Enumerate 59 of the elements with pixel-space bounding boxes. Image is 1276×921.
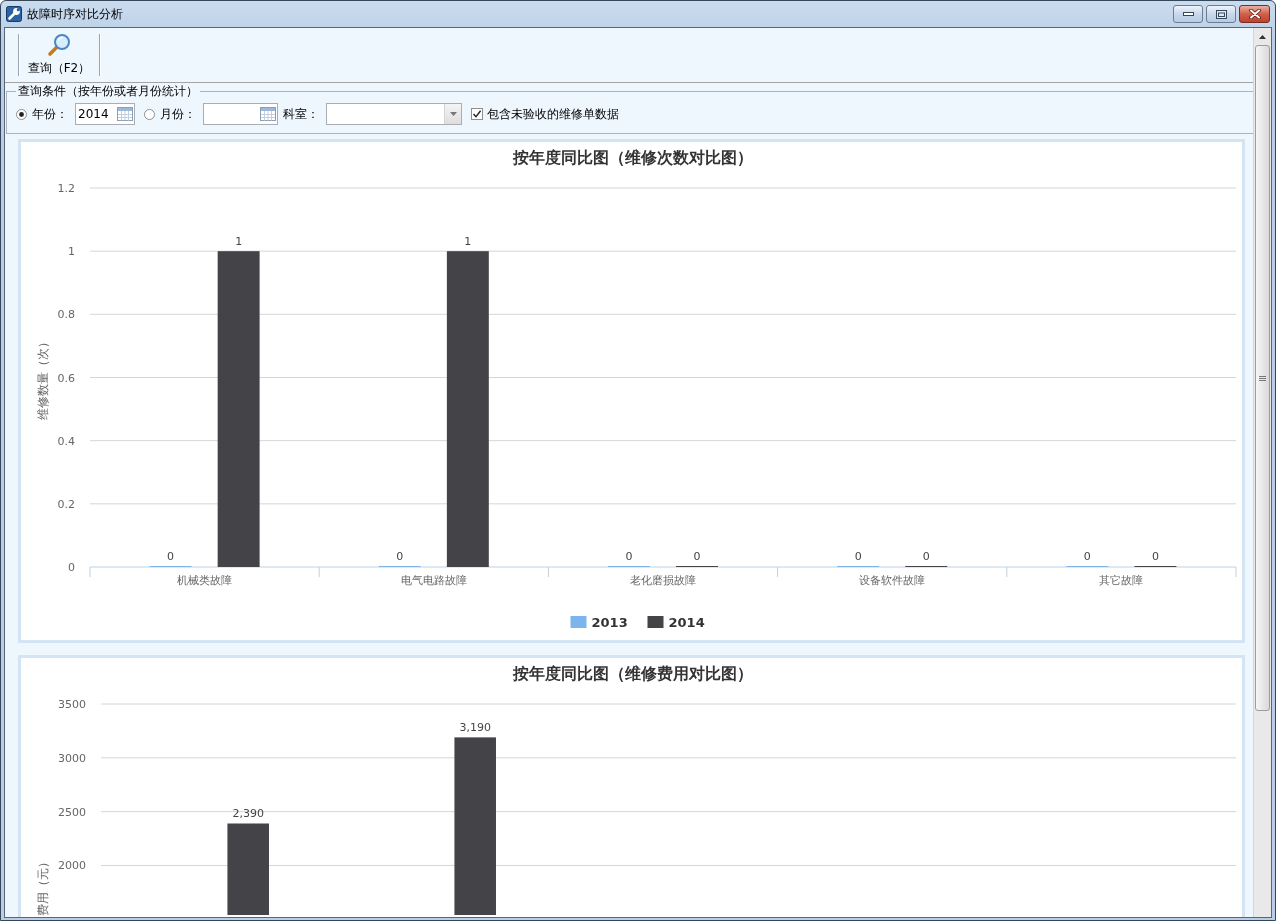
axis-label: 设备软件故障 xyxy=(859,574,926,587)
data-label: 0 xyxy=(693,550,701,563)
data-label: 1 xyxy=(235,235,243,249)
minimize-icon xyxy=(1182,12,1194,16)
axis-label: 其它故障 xyxy=(1099,574,1144,587)
calendar-icon[interactable] xyxy=(260,107,276,121)
close-icon xyxy=(1248,9,1261,19)
maximize-icon xyxy=(1215,9,1227,19)
axis-label: 老化磨损故障 xyxy=(630,574,696,587)
group-title: 查询条件（按年份或者月份统计） xyxy=(17,84,199,99)
axis-label: 2500 xyxy=(58,805,86,819)
data-label: 0 xyxy=(167,550,175,563)
up-arrow-icon xyxy=(1259,34,1266,39)
data-label: 2,390 xyxy=(232,807,264,821)
axis-label: 机械类故障 xyxy=(177,574,233,587)
axis-title: 费用（元） xyxy=(36,856,50,916)
radio-button[interactable] xyxy=(144,108,155,120)
data-label: 0 xyxy=(396,550,404,563)
data-label: 0 xyxy=(1083,550,1091,563)
window-title: 故障时序对比分析 xyxy=(27,5,123,23)
radio-button[interactable] xyxy=(16,108,27,120)
data-label: 1 xyxy=(464,235,472,249)
data-label: 3,190 xyxy=(459,721,491,735)
caret-icon xyxy=(449,112,457,116)
scrollbar-thumb[interactable] xyxy=(1255,45,1270,711)
legend-label[interactable]: 2014 xyxy=(668,615,705,630)
axis-label: 0.6 xyxy=(57,371,75,385)
close-button[interactable] xyxy=(1239,5,1270,23)
field-label: 年份： xyxy=(32,105,68,123)
field-label: 科室： xyxy=(283,105,319,123)
axis-label: 电气电路故障 xyxy=(400,574,467,587)
field-label: 月份： xyxy=(160,105,196,123)
search-icon xyxy=(47,33,71,57)
checkbox-label: 包含未验收的维修单数据 xyxy=(487,105,619,123)
data-label: 0 xyxy=(854,550,862,563)
calendar-icon[interactable] xyxy=(117,107,133,121)
legend-label[interactable]: 2013 xyxy=(591,615,628,630)
grip-icon xyxy=(1259,375,1266,381)
checkbox[interactable] xyxy=(471,108,483,120)
axis-label: 3000 xyxy=(58,751,86,765)
data-label: 0 xyxy=(922,550,930,563)
maximize-button[interactable] xyxy=(1206,5,1236,23)
minimize-button[interactable] xyxy=(1173,5,1203,23)
axis-label: 2000 xyxy=(58,859,86,873)
axis-label: 3500 xyxy=(58,698,86,711)
axis-label: 0.2 xyxy=(57,497,75,511)
axis-label: 1 xyxy=(68,245,75,259)
axis-label: 1.2 xyxy=(57,182,75,195)
axis-label: 0.8 xyxy=(57,308,75,322)
data-label: 0 xyxy=(1151,550,1159,563)
data-label: 0 xyxy=(625,550,633,563)
axis-title: 维修数量（次） xyxy=(36,335,50,420)
chart-title: 按年度同比图（维修费用对比图） xyxy=(512,664,753,683)
axis-label: 0.4 xyxy=(57,434,75,448)
wrench-icon xyxy=(6,6,22,22)
axis-label: 0 xyxy=(68,561,75,574)
query-button[interactable]: 查询（F2） xyxy=(19,31,99,79)
chart-title: 按年度同比图（维修次数对比图） xyxy=(512,148,753,167)
dropdown-button[interactable] xyxy=(444,104,461,124)
